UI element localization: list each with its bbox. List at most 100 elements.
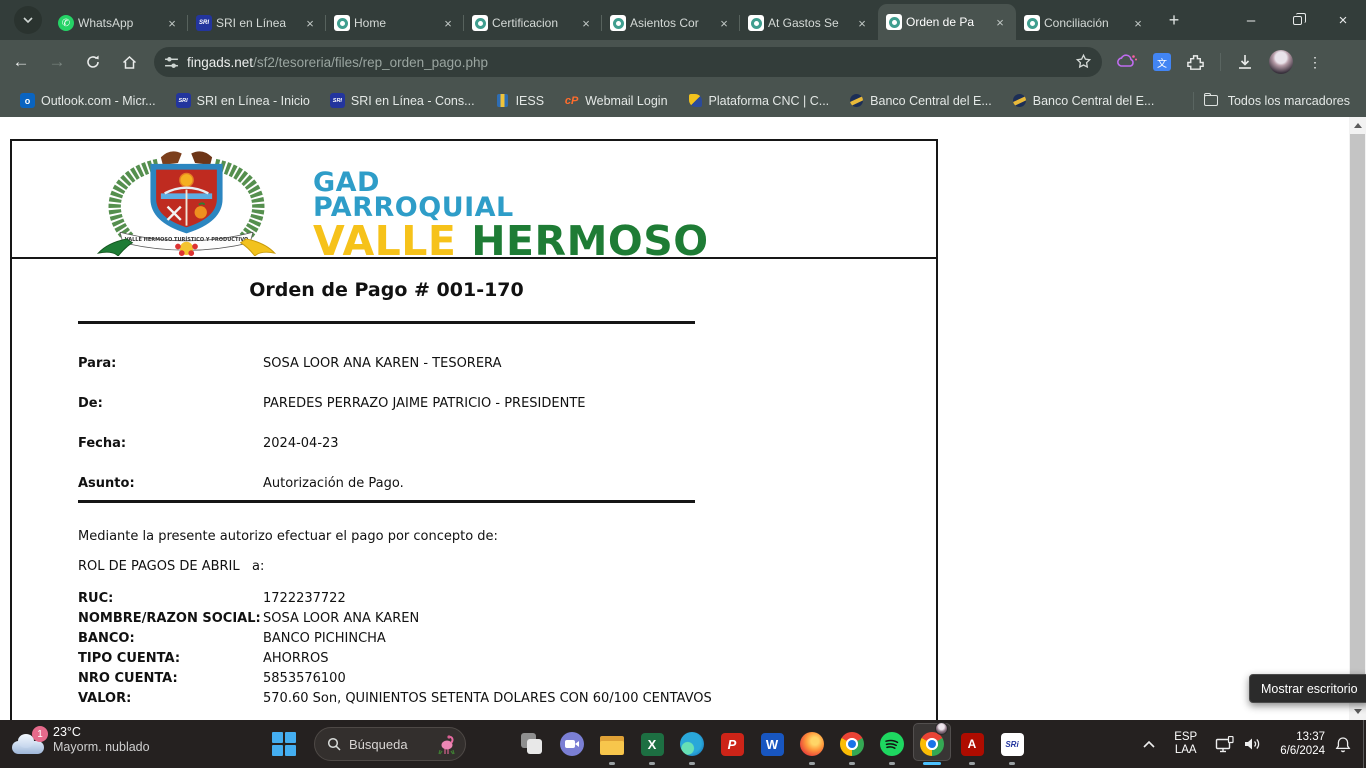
forward-button[interactable]: →: [42, 47, 72, 77]
show-desktop-tooltip: Mostrar escritorio: [1249, 674, 1366, 703]
tab-close-icon[interactable]: ×: [302, 15, 318, 31]
notifications-bell-icon[interactable]: [1335, 736, 1351, 753]
weather-widget[interactable]: 1 23°C Mayorm. nublado: [12, 724, 150, 756]
tab-title: Orden de Pa: [906, 15, 988, 29]
tab-close-icon[interactable]: ×: [164, 15, 180, 31]
scrollbar-thumb[interactable]: [1350, 134, 1365, 696]
file-explorer-button[interactable]: [592, 720, 632, 768]
word-button[interactable]: W: [752, 720, 792, 768]
language-indicator[interactable]: ESP LAA: [1174, 731, 1197, 757]
flamingo-icon: [437, 732, 457, 756]
excel-button[interactable]: X: [632, 720, 672, 768]
field-row-asunto: Asunto:Autorización de Pago.: [78, 476, 838, 491]
site-info-icon[interactable]: [164, 55, 179, 70]
all-bookmarks[interactable]: Todos los marcadores: [1193, 92, 1350, 110]
acrobat-button[interactable]: A: [952, 720, 992, 768]
clock[interactable]: 13:37 6/6/2024: [1280, 730, 1325, 758]
start-button[interactable]: [272, 732, 296, 756]
tray-date: 6/6/2024: [1280, 744, 1325, 758]
detail-row-valor: VALOR:570.60 Son, QUINIENTOS SETENTA DOL…: [78, 691, 712, 711]
detail-row-banco: BANCO:BANCO PICHINCHA: [78, 631, 712, 651]
restore-icon: [1293, 16, 1302, 25]
tab-title: Home: [354, 16, 436, 30]
tab-close-icon[interactable]: ×: [578, 15, 594, 31]
fingads-icon: [886, 14, 902, 30]
edge-button[interactable]: [672, 720, 712, 768]
extensions-puzzle-icon[interactable]: [1186, 53, 1205, 72]
reload-icon: [85, 54, 101, 70]
tab-orden-de-pago-active[interactable]: Orden de Pa ×: [878, 4, 1016, 40]
url-text[interactable]: fingads.net/sf2/tesoreria/files/rep_orde…: [187, 55, 488, 70]
tab-title: Asientos Cor: [630, 16, 712, 30]
iess-icon: [495, 93, 510, 108]
volume-icon[interactable]: [1244, 736, 1262, 752]
network-icon[interactable]: [1215, 736, 1234, 753]
tab-asientos[interactable]: Asientos Cor ×: [602, 6, 740, 40]
sri-app-button[interactable]: SRi: [992, 720, 1032, 768]
tab-close-icon[interactable]: ×: [1130, 15, 1146, 31]
weather-temp: 23°C: [53, 725, 150, 740]
bookmark-iess[interactable]: IESS: [495, 93, 545, 108]
tab-close-icon[interactable]: ×: [854, 15, 870, 31]
tab-sri[interactable]: SRI SRI en Línea ×: [188, 6, 326, 40]
bookmark-banco-central-1[interactable]: Banco Central del E...: [849, 93, 992, 108]
browser-menu-icon[interactable]: ⋮: [1308, 60, 1322, 65]
gad-logo: VALLE HERMOSO TURÍSTICO Y PRODUCTIVO GAD…: [74, 144, 874, 256]
chat-button[interactable]: [552, 720, 592, 768]
new-tab-button[interactable]: +: [1160, 6, 1188, 34]
file-explorer-icon: [600, 736, 624, 755]
reload-button[interactable]: [78, 47, 108, 77]
tab-at-gastos[interactable]: At Gastos Se ×: [740, 6, 878, 40]
tab-close-icon[interactable]: ×: [716, 15, 732, 31]
page-scrollbar[interactable]: [1349, 117, 1366, 720]
bookmarks-separator: [1193, 92, 1194, 110]
back-button[interactable]: ←: [6, 47, 36, 77]
bookmark-outlook[interactable]: o Outlook.com - Micr...: [20, 93, 156, 108]
tab-close-icon[interactable]: ×: [992, 14, 1008, 30]
firefox-button[interactable]: [792, 720, 832, 768]
bookmark-webmail[interactable]: cP Webmail Login: [564, 93, 667, 108]
taskbar: 1 23°C Mayorm. nublado Búsqueda X: [0, 720, 1366, 768]
taskbar-search[interactable]: Búsqueda: [314, 727, 466, 761]
chat-icon: [560, 732, 584, 756]
home-button[interactable]: [114, 47, 144, 77]
address-bar[interactable]: fingads.net/sf2/tesoreria/files/rep_orde…: [154, 47, 1102, 77]
logo-text: GAD PARROQUIAL VALLE HERMOSO: [313, 144, 709, 256]
pdf-xchange-button[interactable]: P: [712, 720, 752, 768]
close-button[interactable]: ×: [1320, 0, 1366, 40]
restore-button[interactable]: [1274, 0, 1320, 40]
intro-text: Mediante la presente autorizo efectuar e…: [78, 529, 838, 544]
tab-close-icon[interactable]: ×: [440, 15, 456, 31]
divider: [78, 500, 695, 503]
tab-certificacion[interactable]: Certificacion ×: [464, 6, 602, 40]
profile-avatar[interactable]: [1269, 50, 1293, 74]
downloads-icon[interactable]: [1236, 53, 1254, 71]
outlook-icon: o: [20, 93, 35, 108]
bookmark-sri-consultas[interactable]: SRI SRI en Línea - Cons...: [330, 93, 475, 108]
tab-search-button[interactable]: [14, 6, 42, 34]
tab-conciliacion[interactable]: Conciliación ×: [1016, 6, 1154, 40]
tab-title: WhatsApp: [78, 16, 160, 30]
sri-icon: SRi: [1001, 733, 1024, 756]
translate-icon[interactable]: 文: [1153, 53, 1171, 71]
bookmark-cnc[interactable]: Plataforma CNC | C...: [688, 93, 830, 108]
minimize-button[interactable]: –: [1228, 0, 1274, 40]
page-title: Orden de Pago # 001-170: [78, 279, 695, 301]
scrollbar-up-icon[interactable]: [1349, 117, 1366, 134]
whatsapp-icon: ✆: [58, 15, 74, 31]
bookmark-sri-inicio[interactable]: SRI SRI en Línea - Inicio: [176, 93, 310, 108]
chrome-button[interactable]: [832, 720, 872, 768]
chrome-profile-button-active[interactable]: [912, 720, 952, 768]
toolbar-separator: [1220, 53, 1221, 71]
scrollbar-down-icon[interactable]: [1349, 703, 1366, 720]
bookmark-banco-central-2[interactable]: Banco Central del E...: [1012, 93, 1155, 108]
bookmark-star-button[interactable]: [1075, 53, 1092, 70]
spotify-button[interactable]: [872, 720, 912, 768]
field-row-fecha: Fecha:2024-04-23: [78, 436, 838, 451]
fingads-icon: [610, 15, 626, 31]
tray-chevron-icon[interactable]: [1142, 739, 1156, 749]
tab-home[interactable]: Home ×: [326, 6, 464, 40]
task-view-button[interactable]: [512, 720, 552, 768]
tab-whatsapp[interactable]: ✆ WhatsApp ×: [50, 6, 188, 40]
weather-extension-icon[interactable]: [1116, 53, 1138, 71]
